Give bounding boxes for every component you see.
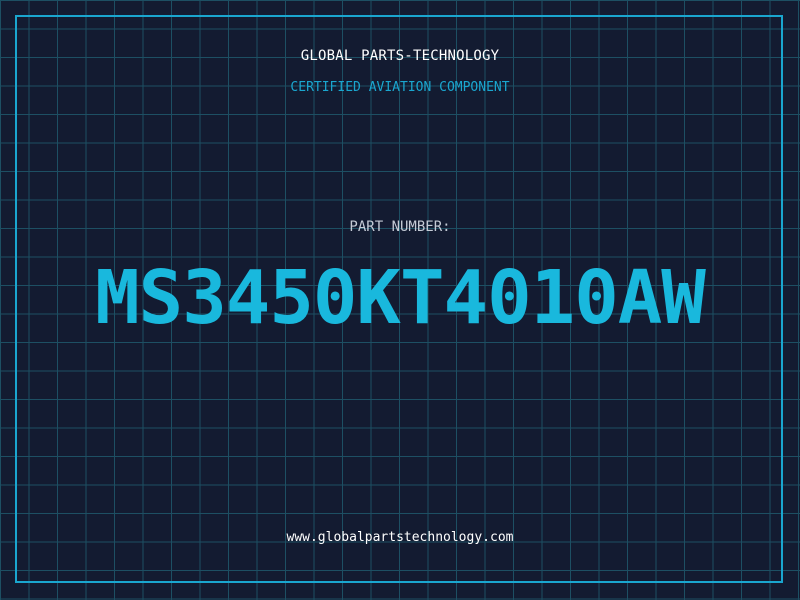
part-number-value: MS3450KT4010AW [95,255,706,341]
company-name: GLOBAL PARTS-TECHNOLOGY [300,48,500,64]
part-number-label: PART NUMBER: [349,219,451,235]
certification-subtitle: CERTIFIED AVIATION COMPONENT [290,80,510,95]
website-url: www.globalpartstechnology.com [286,530,514,545]
